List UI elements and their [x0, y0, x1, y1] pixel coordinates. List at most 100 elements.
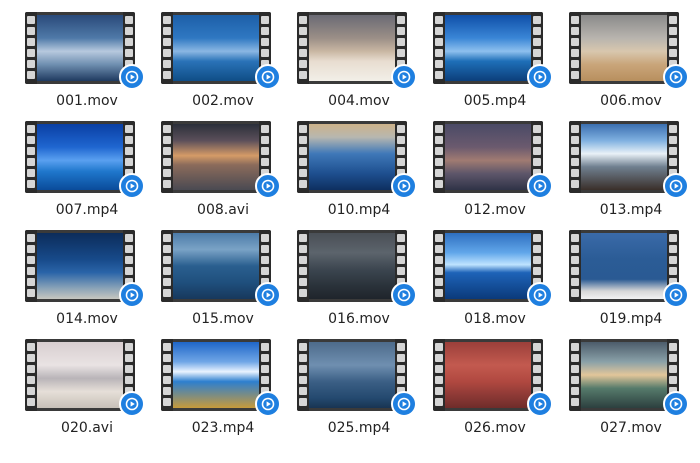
- film-sprocket-hole: [27, 343, 35, 351]
- file-item[interactable]: 008.avi: [161, 121, 297, 229]
- film-sprocket-hole: [533, 136, 541, 144]
- film-sprocket-hole: [261, 376, 269, 384]
- file-name: 001.mov: [56, 93, 118, 109]
- film-sprocket-hole: [299, 387, 307, 395]
- film-sprocket-hole: [669, 256, 677, 264]
- file-item[interactable]: 025.mp4: [297, 339, 433, 447]
- film-sprocket-hole: [571, 27, 579, 35]
- file-item[interactable]: 013.mp4: [569, 121, 700, 229]
- film-sprocket-hole: [163, 365, 171, 373]
- film-sprocket-hole: [435, 38, 443, 46]
- film-sprocket-hole: [261, 267, 269, 275]
- video-player-badge-icon: [391, 391, 417, 417]
- thumbnail-image: [581, 124, 667, 190]
- thumbnail-image: [309, 233, 395, 299]
- film-sprocket-hole: [397, 49, 405, 57]
- file-item[interactable]: 006.mov: [569, 12, 700, 120]
- film-sprocket-hole: [435, 289, 443, 297]
- file-item[interactable]: 010.mp4: [297, 121, 433, 229]
- film-sprocket-hole: [299, 49, 307, 57]
- film-sprocket-hole: [533, 234, 541, 242]
- film-strip-left: [433, 121, 445, 193]
- thumbnail-image: [173, 233, 259, 299]
- film-strip-left: [25, 230, 37, 302]
- file-item[interactable]: 005.mp4: [433, 12, 569, 120]
- film-sprocket-hole: [435, 16, 443, 24]
- film-sprocket-hole: [27, 289, 35, 297]
- thumbnail-image: [581, 15, 667, 81]
- file-name: 007.mp4: [55, 202, 119, 218]
- film-sprocket-hole: [571, 16, 579, 24]
- film-sprocket-hole: [397, 158, 405, 166]
- video-player-badge-icon: [255, 173, 281, 199]
- file-item[interactable]: 019.mp4: [569, 230, 700, 338]
- file-item[interactable]: 026.mov: [433, 339, 569, 447]
- file-item[interactable]: 007.mp4: [25, 121, 161, 229]
- file-name: 004.mov: [328, 93, 390, 109]
- film-sprocket-hole: [435, 180, 443, 188]
- file-item[interactable]: 023.mp4: [161, 339, 297, 447]
- film-sprocket-hole: [27, 158, 35, 166]
- file-item[interactable]: 002.mov: [161, 12, 297, 120]
- film-sprocket-hole: [397, 256, 405, 264]
- film-sprocket-hole: [571, 49, 579, 57]
- film-sprocket-hole: [163, 387, 171, 395]
- film-sprocket-hole: [669, 245, 677, 253]
- file-name: 008.avi: [197, 202, 249, 218]
- film-sprocket-hole: [27, 267, 35, 275]
- film-strip-left: [161, 121, 173, 193]
- thumbnail-image: [445, 124, 531, 190]
- film-sprocket-hole: [397, 27, 405, 35]
- film-sprocket-hole: [163, 125, 171, 133]
- film-sprocket-hole: [435, 278, 443, 286]
- film-sprocket-hole: [571, 365, 579, 373]
- film-sprocket-hole: [533, 125, 541, 133]
- file-item[interactable]: 012.mov: [433, 121, 569, 229]
- film-sprocket-hole: [397, 234, 405, 242]
- file-item[interactable]: 018.mov: [433, 230, 569, 338]
- file-item[interactable]: 001.mov: [25, 12, 161, 120]
- file-item[interactable]: 014.mov: [25, 230, 161, 338]
- film-sprocket-hole: [27, 169, 35, 177]
- film-sprocket-hole: [163, 343, 171, 351]
- file-item[interactable]: 015.mov: [161, 230, 297, 338]
- film-sprocket-hole: [435, 256, 443, 264]
- film-sprocket-hole: [669, 234, 677, 242]
- file-item[interactable]: 016.mov: [297, 230, 433, 338]
- film-sprocket-hole: [125, 245, 133, 253]
- film-sprocket-hole: [27, 60, 35, 68]
- film-sprocket-hole: [533, 365, 541, 373]
- film-sprocket-hole: [27, 71, 35, 79]
- film-sprocket-hole: [435, 60, 443, 68]
- film-sprocket-hole: [669, 343, 677, 351]
- thumbnail-image: [309, 342, 395, 408]
- film-sprocket-hole: [435, 365, 443, 373]
- film-sprocket-hole: [125, 136, 133, 144]
- file-name: 013.mp4: [599, 202, 663, 218]
- film-sprocket-hole: [571, 147, 579, 155]
- film-sprocket-hole: [571, 71, 579, 79]
- thumbnail-image: [581, 233, 667, 299]
- file-grid: 001.mov 002.mov 004.mov 005.mp4 006.mov …: [0, 0, 700, 463]
- film-sprocket-hole: [125, 343, 133, 351]
- video-player-badge-icon: [527, 391, 553, 417]
- file-name: 023.mp4: [191, 420, 255, 436]
- film-sprocket-hole: [299, 158, 307, 166]
- film-sprocket-hole: [299, 256, 307, 264]
- film-sprocket-hole: [163, 398, 171, 406]
- film-sprocket-hole: [397, 147, 405, 155]
- film-sprocket-hole: [125, 376, 133, 384]
- file-item[interactable]: 020.avi: [25, 339, 161, 447]
- film-sprocket-hole: [27, 136, 35, 144]
- file-item[interactable]: 004.mov: [297, 12, 433, 120]
- film-sprocket-hole: [669, 354, 677, 362]
- film-sprocket-hole: [299, 398, 307, 406]
- video-player-badge-icon: [663, 173, 689, 199]
- film-sprocket-hole: [163, 169, 171, 177]
- file-item[interactable]: 027.mov: [569, 339, 700, 447]
- thumbnail-image: [173, 15, 259, 81]
- film-sprocket-hole: [125, 267, 133, 275]
- film-sprocket-hole: [435, 267, 443, 275]
- film-sprocket-hole: [299, 136, 307, 144]
- film-sprocket-hole: [163, 278, 171, 286]
